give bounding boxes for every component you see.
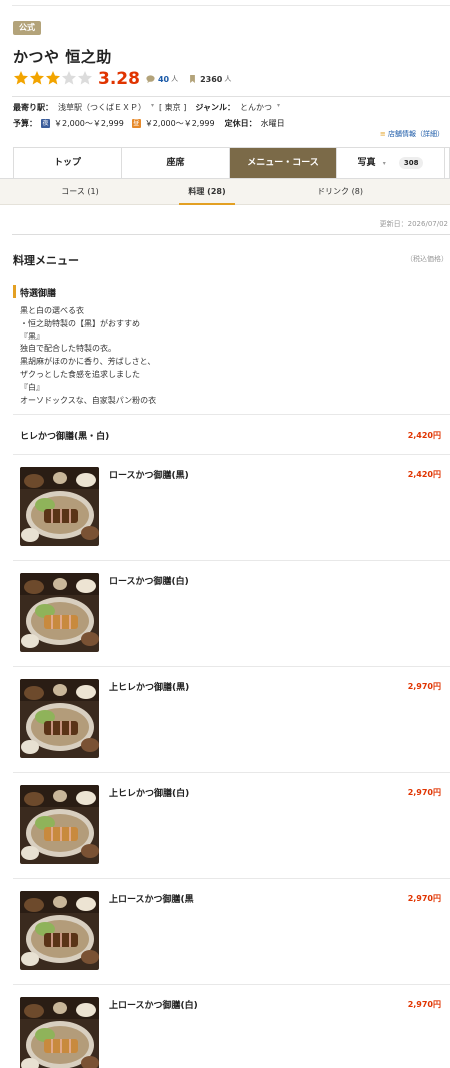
row-divider <box>13 984 450 985</box>
tab-top[interactable]: トップ <box>14 148 122 179</box>
category-description: 黒と白の選べる衣 ・恒之助特製の【黒】がおすすめ 『黒』 独自で配合した特製の衣… <box>20 305 156 407</box>
tab-menu[interactable]: メニュー・コース <box>230 148 337 179</box>
photo-count-badge: 308 <box>398 157 424 169</box>
genre-label: ジャンル： <box>195 103 235 112</box>
row-divider <box>13 878 450 879</box>
description-line: 『白』 <box>20 382 44 392</box>
station-label: 最寄り駅： <box>13 103 53 112</box>
star-filled-icon <box>46 70 60 84</box>
menu-item-price: 2,970円 <box>407 682 441 691</box>
category-title: 特選御膳 <box>20 289 57 299</box>
rating-stars <box>13 70 93 89</box>
info-icon: ≡ <box>379 130 386 138</box>
row-divider <box>13 560 450 561</box>
menu-subnav: コース (1) 料理 (28) ドリンク (8) <box>0 178 450 205</box>
genre-link[interactable]: とんかつ <box>240 102 272 113</box>
divider <box>12 96 450 97</box>
menu-item-name: 上ヒレかつ御膳(白) <box>109 789 190 799</box>
menu-item-name: ヒレかつ御膳(黒・白) <box>20 432 110 442</box>
menu-item-price: 2,970円 <box>407 894 441 903</box>
dinner-price: ￥2,000～￥2,999 <box>54 119 124 128</box>
star-filled-icon <box>30 70 44 84</box>
bookmark-count: 2360 <box>200 74 223 84</box>
holiday-label: 定休日： <box>224 119 257 128</box>
star-empty-icon <box>78 70 92 84</box>
description-line: ザクっとした食感を追求しました <box>20 369 140 379</box>
budget-info: 予算： 夜 ￥2,000～￥2,999 昼 ￥2,000～￥2,999 定休日：… <box>13 118 285 129</box>
area-link[interactable]: [ 東京 ] <box>159 102 186 113</box>
description-line: 独自で配合した特製の衣。 <box>20 344 116 354</box>
tab-photos-label: 写真 <box>357 158 376 168</box>
menu-item-photo[interactable] <box>20 467 99 546</box>
menu-item-price: 2,970円 <box>407 788 441 797</box>
tab-seats[interactable]: 座席 <box>122 148 230 179</box>
subtab-course[interactable]: コース (1) <box>30 179 130 205</box>
review-icon <box>146 75 155 83</box>
store-detail-link[interactable]: ≡ 店舗情報（詳細） <box>380 129 444 139</box>
subtab-drink[interactable]: ドリンク (8) <box>290 179 390 205</box>
tax-note: （税込価格） <box>406 255 448 263</box>
menu-item-photo[interactable] <box>20 573 99 652</box>
store-detail-label: 店舗情報（詳細） <box>388 130 444 138</box>
budget-label: 予算： <box>13 119 37 128</box>
menu-item-photo[interactable] <box>20 891 99 970</box>
rating-row: 3.28 40 人 2360 人 <box>13 69 241 89</box>
divider <box>12 234 450 235</box>
lunch-price: ￥2,000～￥2,999 <box>144 119 215 128</box>
store-name: かつや 恒之助 <box>13 48 112 66</box>
tab-photos[interactable]: 写真 ▾ 308 <box>337 148 445 179</box>
menu-item-photo[interactable] <box>20 997 99 1068</box>
bookmark-unit: 人 <box>224 75 232 83</box>
description-line: 黒と白の選べる衣 <box>20 306 84 315</box>
menu-item-name: ロースかつ御膳(黒) <box>109 471 189 481</box>
menu-item-name: 上ロースかつ御膳(黒 <box>109 895 194 905</box>
row-divider <box>13 666 450 667</box>
menu-item-name: 上ロースかつ御膳(白) <box>109 1001 198 1011</box>
access-info: 最寄り駅： 浅草駅（つくばＥＸＰ） ▾ [ 東京 ] ジャンル： とんかつ ▾ <box>13 102 280 113</box>
chevron-down-icon: ▾ <box>382 160 386 167</box>
menu-item-name: 上ヒレかつ御膳(黒) <box>109 683 190 693</box>
holiday-value: 水曜日 <box>260 119 285 128</box>
description-line: 黒胡麻がほのかに香り、芳ばしさと、 <box>20 357 156 367</box>
chevron-down-icon[interactable]: ▾ <box>151 102 154 113</box>
chevron-down-icon[interactable]: ▾ <box>277 102 280 113</box>
menu-item-name: ロースかつ御膳(白) <box>109 577 189 587</box>
lunch-icon: 昼 <box>131 119 141 128</box>
dinner-icon: 夜 <box>41 119 50 128</box>
star-filled-icon <box>14 70 28 84</box>
menu-item-photo[interactable] <box>20 785 99 864</box>
station-link[interactable]: 浅草駅（つくばＥＸＰ） <box>58 102 146 113</box>
description-line: オーソドックスな、自家製パン粉の衣 <box>20 395 157 405</box>
updated-date: 更新日：2026/07/02 <box>379 220 448 228</box>
row-divider <box>13 454 450 455</box>
description-line: ・恒之助特製の【黒】がおすすめ <box>20 318 140 328</box>
menu-item-photo[interactable] <box>20 679 99 758</box>
rating-score: 3.28 <box>98 69 140 89</box>
review-count[interactable]: 40 <box>158 75 169 84</box>
menu-item-price: 2,420円 <box>407 431 441 440</box>
description-line: 『黒』 <box>20 331 44 341</box>
star-empty-icon <box>62 70 76 84</box>
menu-section-title: 料理メニュー <box>13 254 79 267</box>
top-divider <box>12 5 450 6</box>
menu-item-price: 2,420円 <box>407 470 441 479</box>
row-divider <box>13 772 450 773</box>
subtab-food[interactable]: 料理 (28) <box>179 179 235 205</box>
store-tabs: トップ 座席 メニュー・コース 写真 ▾ 308 <box>13 147 450 179</box>
row-divider <box>13 414 450 415</box>
review-unit: 人 <box>171 75 179 83</box>
menu-item-price: 2,970円 <box>407 1000 441 1009</box>
category-accent-bar <box>13 285 16 298</box>
official-badge: 公式 <box>13 21 41 35</box>
bookmark-icon <box>190 75 195 83</box>
